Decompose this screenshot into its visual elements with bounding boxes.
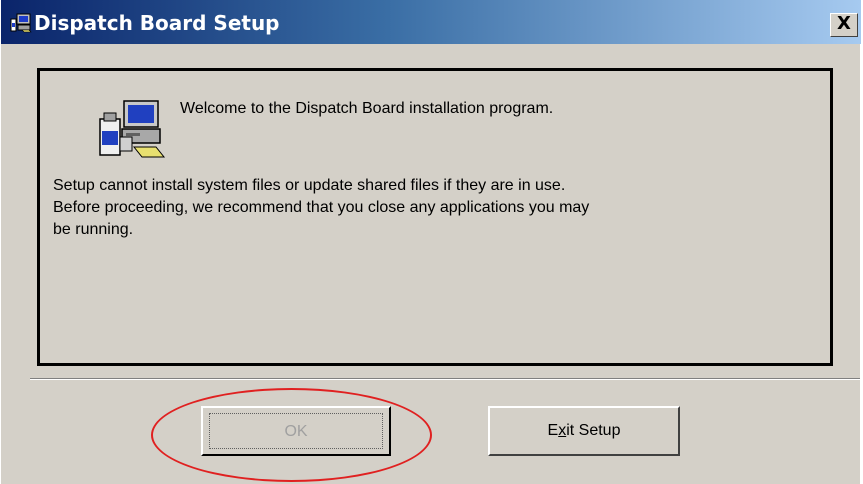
body-line: Before proceeding, we recommend that you… bbox=[53, 199, 590, 216]
window-title: Dispatch Board Setup bbox=[34, 11, 280, 35]
close-button[interactable]: X bbox=[830, 13, 858, 37]
message-panel: Welcome to the Dispatch Board installati… bbox=[37, 68, 833, 366]
exit-label-mnemonic: x bbox=[558, 422, 567, 439]
welcome-text: Welcome to the Dispatch Board installati… bbox=[180, 100, 554, 117]
exit-label-suffix: it Setup bbox=[566, 422, 621, 439]
body-text: Setup cannot install system files or upd… bbox=[53, 175, 823, 241]
body-line: Setup cannot install system files or upd… bbox=[53, 177, 566, 194]
exit-setup-button[interactable]: Exit Setup bbox=[488, 406, 680, 456]
exit-label-prefix: E bbox=[547, 422, 559, 439]
body-line: be running. bbox=[53, 221, 134, 238]
ok-button-label: OK bbox=[209, 413, 383, 449]
close-icon: X bbox=[837, 13, 851, 34]
setup-computer-icon bbox=[10, 13, 32, 33]
title-bar: Dispatch Board Setup X bbox=[1, 0, 861, 44]
separator bbox=[30, 378, 860, 380]
ok-button[interactable]: OK bbox=[201, 406, 391, 456]
setup-dialog: Dispatch Board Setup X Welcome to the Di… bbox=[0, 0, 861, 484]
computer-install-icon bbox=[99, 100, 166, 158]
